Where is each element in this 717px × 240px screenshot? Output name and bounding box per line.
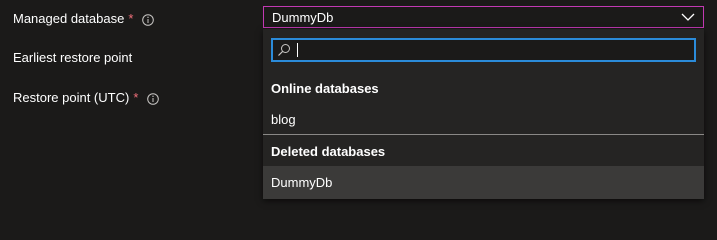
info-icon[interactable]	[142, 13, 155, 26]
restore-point-label: Restore point (UTC) *	[13, 89, 160, 107]
info-icon[interactable]	[147, 92, 160, 105]
earliest-restore-label: Earliest restore point	[13, 49, 132, 67]
group-header-online-label: Online databases	[271, 80, 379, 96]
list-item-blog-label: blog	[271, 111, 296, 127]
restore-form: Managed database * Earliest restore poin…	[0, 0, 717, 212]
search-icon	[277, 43, 291, 57]
dropdown-selected-value: DummyDb	[272, 9, 334, 25]
managed-database-label: Managed database *	[13, 10, 155, 28]
required-marker: *	[133, 90, 139, 105]
search-box[interactable]	[271, 38, 696, 62]
group-header-deleted-label: Deleted databases	[271, 143, 386, 159]
earliest-restore-label-text: Earliest restore point	[13, 50, 133, 65]
group-header-deleted: Deleted databases	[263, 135, 704, 167]
text-caret	[297, 43, 298, 57]
dropdown-menu: Online databases blog Deleted databases …	[263, 29, 704, 199]
list-item-blog[interactable]: blog	[263, 103, 704, 135]
list-item-dummydb[interactable]: DummyDb	[263, 166, 704, 199]
search-input[interactable]	[291, 41, 694, 59]
managed-database-label-text: Managed database	[13, 11, 125, 26]
list-item-dummydb-label: DummyDb	[271, 175, 333, 190]
group-header-online: Online databases	[263, 72, 704, 104]
required-marker: *	[128, 11, 134, 26]
chevron-down-icon	[681, 11, 695, 23]
restore-point-label-text: Restore point (UTC)	[13, 90, 130, 105]
managed-database-dropdown[interactable]: DummyDb	[263, 6, 704, 28]
